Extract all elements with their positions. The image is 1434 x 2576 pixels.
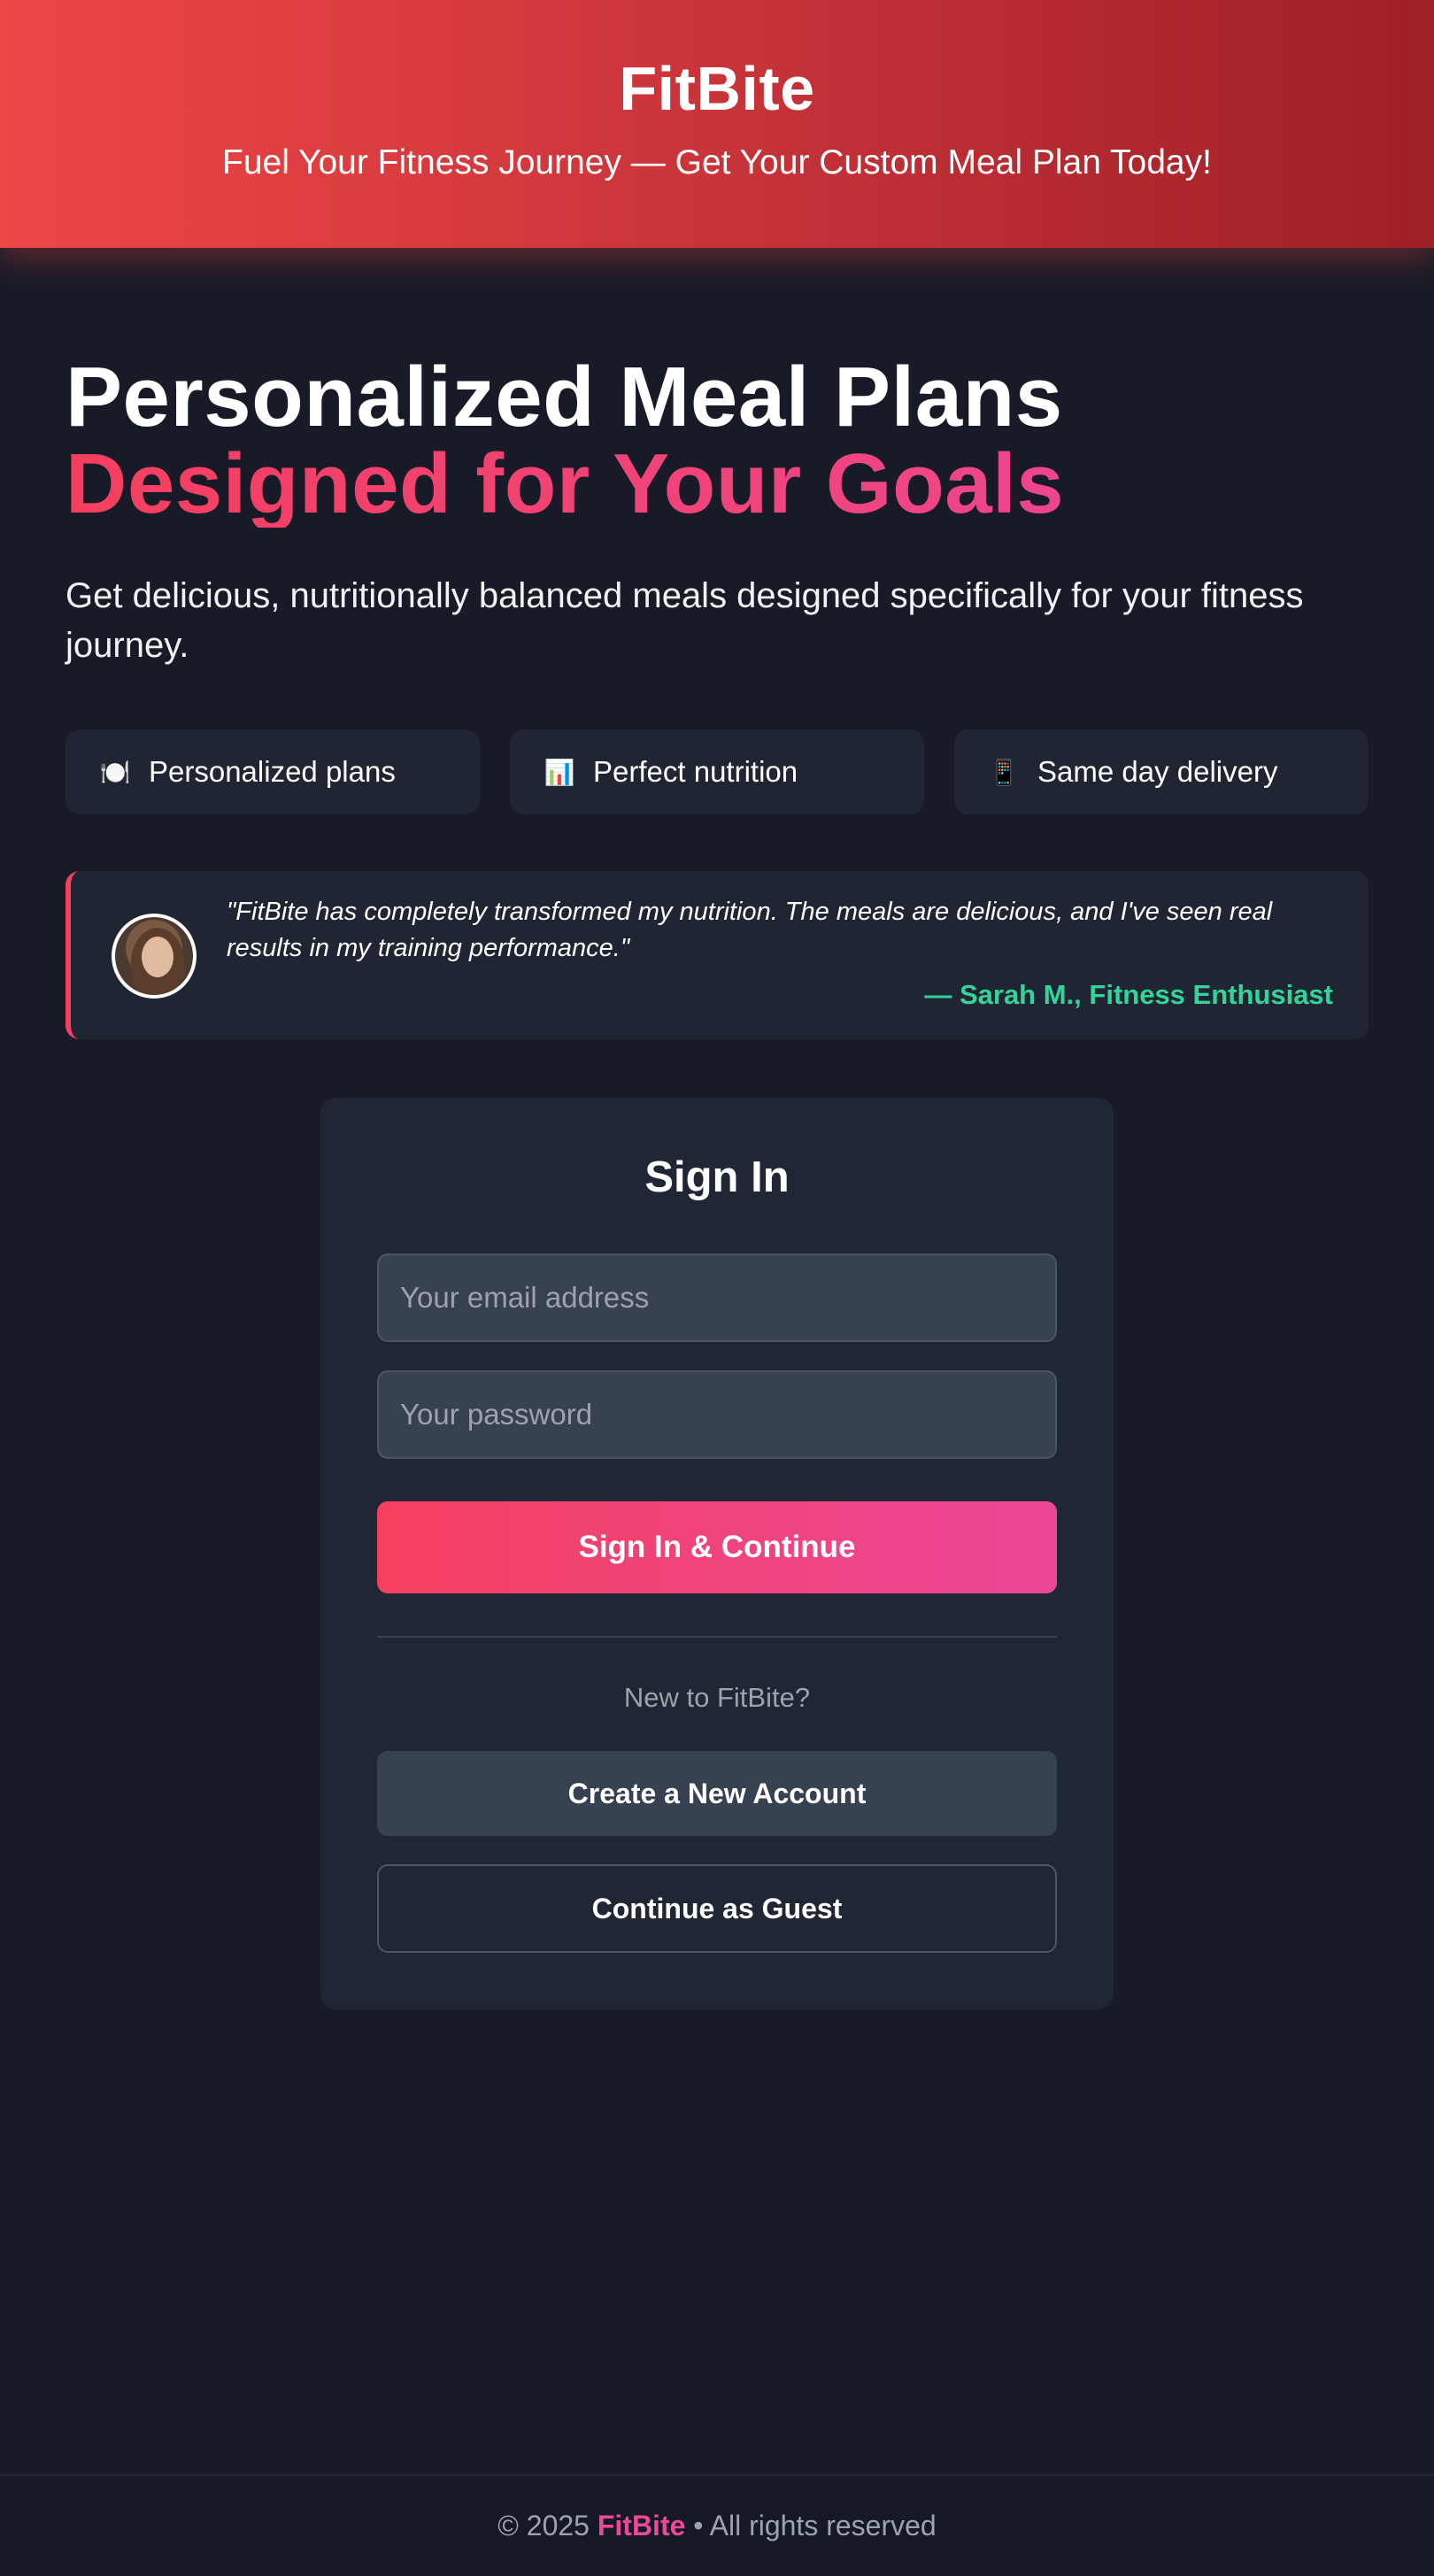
hero-subtitle: Get delicious, nutritionally balanced me…	[66, 576, 1304, 665]
feature-perfect-nutrition: 📊 Perfect nutrition	[510, 729, 924, 814]
site-footer: © 2025 FitBite • All rights reserved	[0, 2474, 1434, 2576]
email-field[interactable]	[377, 1253, 1057, 1342]
sign-in-button[interactable]: Sign In & Continue	[377, 1501, 1057, 1593]
sign-in-card: Sign In Sign In & Continue New to FitBit…	[320, 1098, 1114, 2009]
feature-label: Personalized plans	[149, 755, 396, 788]
hero-title-line1: Personalized Meal Plans	[66, 350, 1063, 444]
brand-logo[interactable]: FitBite	[0, 53, 1434, 124]
feature-list: 🍽️ Personalized plans 📊 Perfect nutritio…	[66, 729, 1368, 814]
testimonial-author: — Sarah M., Fitness Enthusiast	[924, 979, 1333, 1010]
site-header: FitBite Fuel Your Fitness Journey — Get …	[0, 0, 1434, 248]
bar-chart-icon: 📊	[544, 758, 575, 786]
new-user-prompt: New to FitBite?	[623, 1682, 811, 1713]
avatar	[112, 914, 197, 999]
testimonial-quote: "FitBite has completely transformed my n…	[227, 898, 1273, 962]
footer-rights: • All rights reserved	[693, 2510, 937, 2541]
hero-title: Personalized Meal Plans Designed for You…	[66, 354, 1376, 528]
create-account-button[interactable]: Create a New Account	[377, 1751, 1057, 1836]
sign-in-title: Sign In	[644, 1153, 790, 1201]
footer-brand[interactable]: FitBite	[598, 2510, 686, 2541]
avatar-face	[142, 937, 173, 977]
feature-same-day-delivery: 📱 Same day delivery	[954, 729, 1368, 814]
testimonial-card: "FitBite has completely transformed my n…	[66, 871, 1368, 1039]
phone-icon: 📱	[988, 758, 1020, 786]
continue-as-guest-button[interactable]: Continue as Guest	[377, 1864, 1057, 1953]
footer-copyright: © 2025	[497, 2510, 590, 2541]
password-field[interactable]	[377, 1370, 1057, 1459]
feature-label: Same day delivery	[1037, 755, 1278, 788]
divider	[377, 1636, 1057, 1638]
plate-icon: 🍽️	[99, 758, 131, 786]
feature-personalized-plans: 🍽️ Personalized plans	[66, 729, 480, 814]
hero-title-line2: Designed for Your Goals	[66, 441, 1376, 528]
header-tagline: Fuel Your Fitness Journey — Get Your Cus…	[222, 143, 1212, 181]
feature-label: Perfect nutrition	[593, 755, 798, 788]
